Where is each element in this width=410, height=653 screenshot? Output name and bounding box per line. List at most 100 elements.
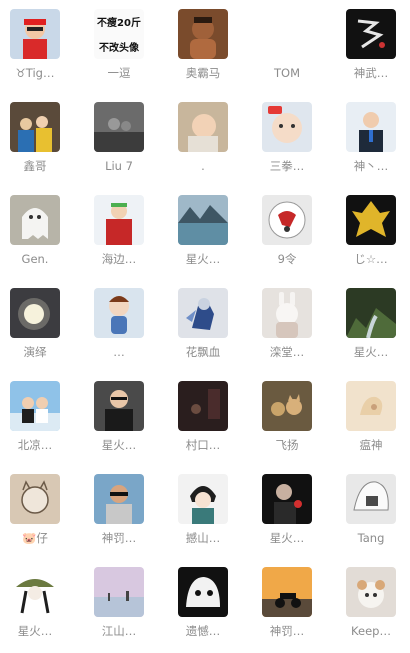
- contact-name: 鑫哥: [23, 159, 47, 173]
- contact-name: 一逗: [107, 66, 131, 80]
- contact-cell[interactable]: 神武…: [336, 9, 406, 95]
- contact-cell[interactable]: 瘟神: [336, 381, 406, 467]
- dark-room-icon[interactable]: [178, 381, 228, 431]
- contact-name: TOM: [274, 66, 300, 80]
- avatar-text-line: 不改头像: [99, 43, 139, 54]
- contact-cell[interactable]: 花飘血: [168, 288, 238, 374]
- anime-boy-icon[interactable]: [178, 474, 228, 524]
- cats-icon[interactable]: [262, 381, 312, 431]
- sunset-motorbike-icon[interactable]: [262, 567, 312, 617]
- contact-name: 奥霸马: [185, 66, 221, 80]
- contact-name: 花飘血: [185, 345, 221, 359]
- contact-cell[interactable]: 村口…: [168, 381, 238, 467]
- contact-name: Keep…: [351, 624, 391, 638]
- chibi-boy-icon[interactable]: [94, 288, 144, 338]
- contact-name: 星火…: [17, 624, 53, 638]
- contact-name: .: [201, 159, 205, 173]
- calligraphy-icon[interactable]: [346, 9, 396, 59]
- light-sphere-icon[interactable]: [10, 288, 60, 338]
- contact-cell[interactable]: 星火…: [0, 567, 70, 653]
- contact-name: 三拳…: [269, 159, 305, 173]
- contact-name: 飞扬: [275, 438, 299, 452]
- contact-name: 神丶…: [353, 159, 389, 173]
- contact-name: 海边…: [101, 252, 137, 266]
- contact-cell[interactable]: 星火…: [84, 381, 154, 467]
- blank-avatar[interactable]: [262, 9, 312, 59]
- contact-cell[interactable]: 演绎: [0, 288, 70, 374]
- sketch-cat-icon[interactable]: [10, 474, 60, 524]
- baby-face-icon[interactable]: [262, 102, 312, 152]
- avatar-text: 不瘦20斤 不改头像: [94, 9, 144, 59]
- contact-cell[interactable]: 星火…: [336, 288, 406, 374]
- man-sunglasses-icon[interactable]: [94, 474, 144, 524]
- text-avatar[interactable]: 不瘦20斤 不改头像: [94, 9, 144, 59]
- ghost-icon[interactable]: [10, 195, 60, 245]
- man-glasses-icon[interactable]: [94, 381, 144, 431]
- white-hair-icon[interactable]: [346, 474, 396, 524]
- contact-cell[interactable]: 遗憾…: [168, 567, 238, 653]
- contact-name: 演绎: [23, 345, 47, 359]
- rabbit-doll-icon[interactable]: [262, 288, 312, 338]
- golden-warrior-icon[interactable]: [346, 195, 396, 245]
- man-suit-icon[interactable]: [346, 102, 396, 152]
- contact-cell[interactable]: Liu 7: [84, 102, 154, 188]
- contact-cell[interactable]: 星火…: [168, 195, 238, 281]
- contact-cell[interactable]: 神丶…: [336, 102, 406, 188]
- contact-cell[interactable]: 飞扬: [252, 381, 322, 467]
- anime-character-icon[interactable]: [94, 195, 144, 245]
- cartoon-man-icon[interactable]: [178, 9, 228, 59]
- contact-name: 瘟神: [359, 438, 383, 452]
- straw-hat-girl-icon[interactable]: [10, 567, 60, 617]
- contact-cell[interactable]: Gen.: [0, 195, 70, 281]
- contact-cell[interactable]: 星火…: [252, 474, 322, 560]
- baby-photo-icon[interactable]: [178, 102, 228, 152]
- contact-cell[interactable]: .: [168, 102, 238, 188]
- contact-cell[interactable]: 不瘦20斤 不改头像一逗: [84, 9, 154, 95]
- round-logo-icon[interactable]: [262, 195, 312, 245]
- lake-landscape-icon[interactable]: [178, 195, 228, 245]
- contact-name: 星火…: [101, 438, 137, 452]
- contact-name: …: [113, 345, 125, 359]
- contact-cell[interactable]: 海边…: [84, 195, 154, 281]
- contact-cell[interactable]: …: [84, 288, 154, 374]
- contact-name: 9令: [277, 252, 297, 266]
- contact-cell[interactable]: 神罚…: [252, 567, 322, 653]
- contact-cell[interactable]: 江山…: [84, 567, 154, 653]
- contact-cell[interactable]: 9令: [252, 195, 322, 281]
- contact-cell[interactable]: 撼山…: [168, 474, 238, 560]
- contact-cell[interactable]: 鑫哥: [0, 102, 70, 188]
- contact-cell[interactable]: Tang: [336, 474, 406, 560]
- pastel-sea-icon[interactable]: [94, 567, 144, 617]
- bw-photo-icon[interactable]: [94, 102, 144, 152]
- contact-name: 星火…: [185, 252, 221, 266]
- contact-name: 星火…: [353, 345, 389, 359]
- contact-name: 北凉…: [17, 438, 53, 452]
- manga-face-icon[interactable]: [178, 567, 228, 617]
- contact-cell[interactable]: 滦堂…: [252, 288, 322, 374]
- contact-cell[interactable]: 🐷仔: [0, 474, 70, 560]
- boy-red-outfit-icon[interactable]: [10, 9, 60, 59]
- contact-cell[interactable]: TOM: [252, 9, 322, 95]
- contact-name: 滦堂…: [269, 345, 305, 359]
- contact-name: 星火…: [269, 531, 305, 545]
- group-photo-icon[interactable]: [10, 102, 60, 152]
- contact-name: 村口…: [185, 438, 221, 452]
- contact-name: 神武…: [353, 66, 389, 80]
- beige-sculpture-icon[interactable]: [346, 381, 396, 431]
- contact-cell[interactable]: ♉Tig…: [0, 9, 70, 95]
- contact-cell[interactable]: 神罚…: [84, 474, 154, 560]
- contact-name: 江山…: [101, 624, 137, 638]
- man-rose-icon[interactable]: [262, 474, 312, 524]
- contact-cell[interactable]: 奥霸马: [168, 9, 238, 95]
- cute-dog-icon[interactable]: [346, 567, 396, 617]
- contact-cell[interactable]: 三拳…: [252, 102, 322, 188]
- contact-name: 遗憾…: [185, 624, 221, 638]
- kids-beach-icon[interactable]: [10, 381, 60, 431]
- contact-cell[interactable]: 北凉…: [0, 381, 70, 467]
- contact-name: 撼山…: [185, 531, 221, 545]
- contact-cell[interactable]: じ☆…: [336, 195, 406, 281]
- contact-name: Tang: [357, 531, 385, 545]
- forest-stream-icon[interactable]: [346, 288, 396, 338]
- contact-cell[interactable]: Keep…: [336, 567, 406, 653]
- game-hero-icon[interactable]: [178, 288, 228, 338]
